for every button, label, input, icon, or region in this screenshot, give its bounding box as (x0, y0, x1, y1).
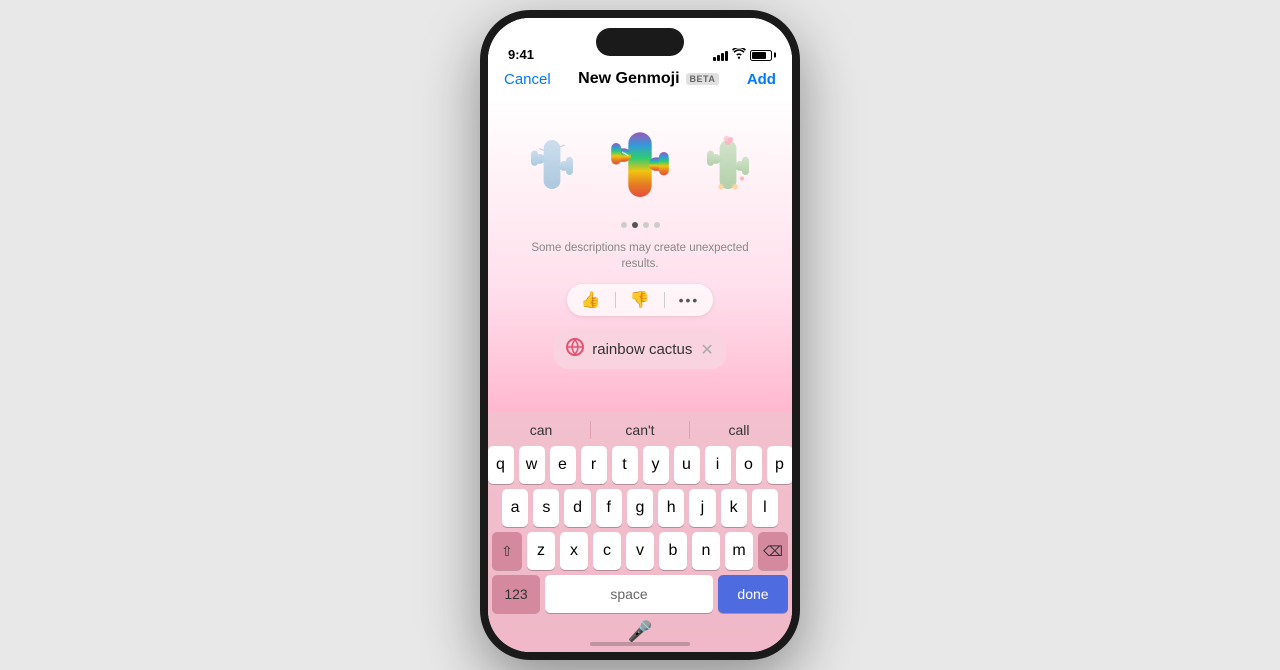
key-f[interactable]: f (596, 489, 622, 527)
shift-button[interactable]: ⇧ (492, 532, 522, 570)
key-d[interactable]: d (564, 489, 590, 527)
signal-bars (713, 49, 728, 61)
key-l[interactable]: l (752, 489, 778, 527)
reaction-divider-2 (664, 292, 665, 308)
key-t[interactable]: t (612, 446, 638, 484)
key-g[interactable]: g (627, 489, 653, 527)
dot-1[interactable] (632, 222, 638, 228)
emoji-carousel (488, 116, 792, 206)
reaction-divider-1 (615, 292, 616, 308)
thumbs-down-button[interactable]: 👎 (630, 290, 650, 310)
wifi-icon (732, 48, 746, 62)
keyboard: can can't call q w e r t y u i o p (488, 412, 792, 652)
nav-title-wrap: New Genmoji BETA (578, 70, 719, 88)
autocomplete-row: can can't call (492, 416, 788, 446)
disclaimer-text: Some descriptions may create unexpected … (488, 240, 792, 272)
more-options-button[interactable]: ••• (679, 292, 700, 308)
space-button[interactable]: space (545, 575, 713, 613)
emoji-center[interactable] (595, 116, 685, 206)
signal-bar-2 (717, 55, 720, 61)
key-row-2: a s d f g h j k l (492, 489, 788, 527)
key-i[interactable]: i (705, 446, 731, 484)
autocomplete-cant[interactable]: can't (591, 420, 689, 440)
cancel-button[interactable]: Cancel (504, 71, 551, 88)
phone-frame: 9:41 (480, 10, 800, 660)
key-z[interactable]: z (527, 532, 555, 570)
key-j[interactable]: j (689, 489, 715, 527)
key-e[interactable]: e (550, 446, 576, 484)
search-input-area[interactable]: rainbow cactus ✕ (554, 330, 725, 369)
key-p[interactable]: p (767, 446, 793, 484)
genmoji-icon (566, 338, 584, 361)
key-v[interactable]: v (626, 532, 654, 570)
key-r[interactable]: r (581, 446, 607, 484)
screen: 9:41 (488, 18, 792, 652)
done-button[interactable]: done (718, 575, 788, 613)
key-y[interactable]: y (643, 446, 669, 484)
key-h[interactable]: h (658, 489, 684, 527)
reaction-bar: 👍 👎 ••• (567, 284, 714, 316)
clear-input-button[interactable]: ✕ (700, 340, 713, 360)
pagination-dots (621, 222, 660, 228)
microphone-icon[interactable]: 🎤 (628, 619, 653, 644)
page-title: New Genmoji (578, 70, 679, 88)
key-k[interactable]: k (721, 489, 747, 527)
key-row-1: q w e r t y u i o p (492, 446, 788, 484)
battery-fill (752, 52, 766, 59)
thumbs-up-button[interactable]: 👍 (581, 290, 601, 310)
key-m[interactable]: m (725, 532, 753, 570)
search-input-text: rainbow cactus (592, 341, 692, 358)
key-w[interactable]: w (519, 446, 545, 484)
key-q[interactable]: q (488, 446, 514, 484)
autocomplete-can[interactable]: can (492, 420, 590, 440)
add-button[interactable]: Add (747, 71, 776, 88)
emoji-left[interactable] (517, 126, 587, 196)
battery-icon (750, 50, 772, 61)
dot-3[interactable] (654, 222, 660, 228)
signal-bar-1 (713, 57, 716, 61)
beta-badge: BETA (686, 73, 720, 85)
dot-0[interactable] (621, 222, 627, 228)
key-x[interactable]: x (560, 532, 588, 570)
status-time: 9:41 (508, 47, 534, 62)
home-indicator (590, 642, 690, 646)
emoji-right[interactable] (693, 126, 763, 196)
emoji-area: Some descriptions may create unexpected … (488, 96, 792, 412)
key-row-bottom: 123 space done (492, 575, 788, 613)
dot-2[interactable] (643, 222, 649, 228)
key-o[interactable]: o (736, 446, 762, 484)
signal-bar-4 (725, 51, 728, 61)
dynamic-island (596, 28, 684, 56)
delete-button[interactable]: ⌫ (758, 532, 788, 570)
key-b[interactable]: b (659, 532, 687, 570)
key-n[interactable]: n (692, 532, 720, 570)
key-u[interactable]: u (674, 446, 700, 484)
key-c[interactable]: c (593, 532, 621, 570)
key-s[interactable]: s (533, 489, 559, 527)
autocomplete-call[interactable]: call (690, 420, 788, 440)
numbers-button[interactable]: 123 (492, 575, 540, 613)
key-a[interactable]: a (502, 489, 528, 527)
key-row-3: ⇧ z x c v b n m ⌫ (492, 532, 788, 570)
status-icons (713, 48, 772, 62)
signal-bar-3 (721, 53, 724, 61)
